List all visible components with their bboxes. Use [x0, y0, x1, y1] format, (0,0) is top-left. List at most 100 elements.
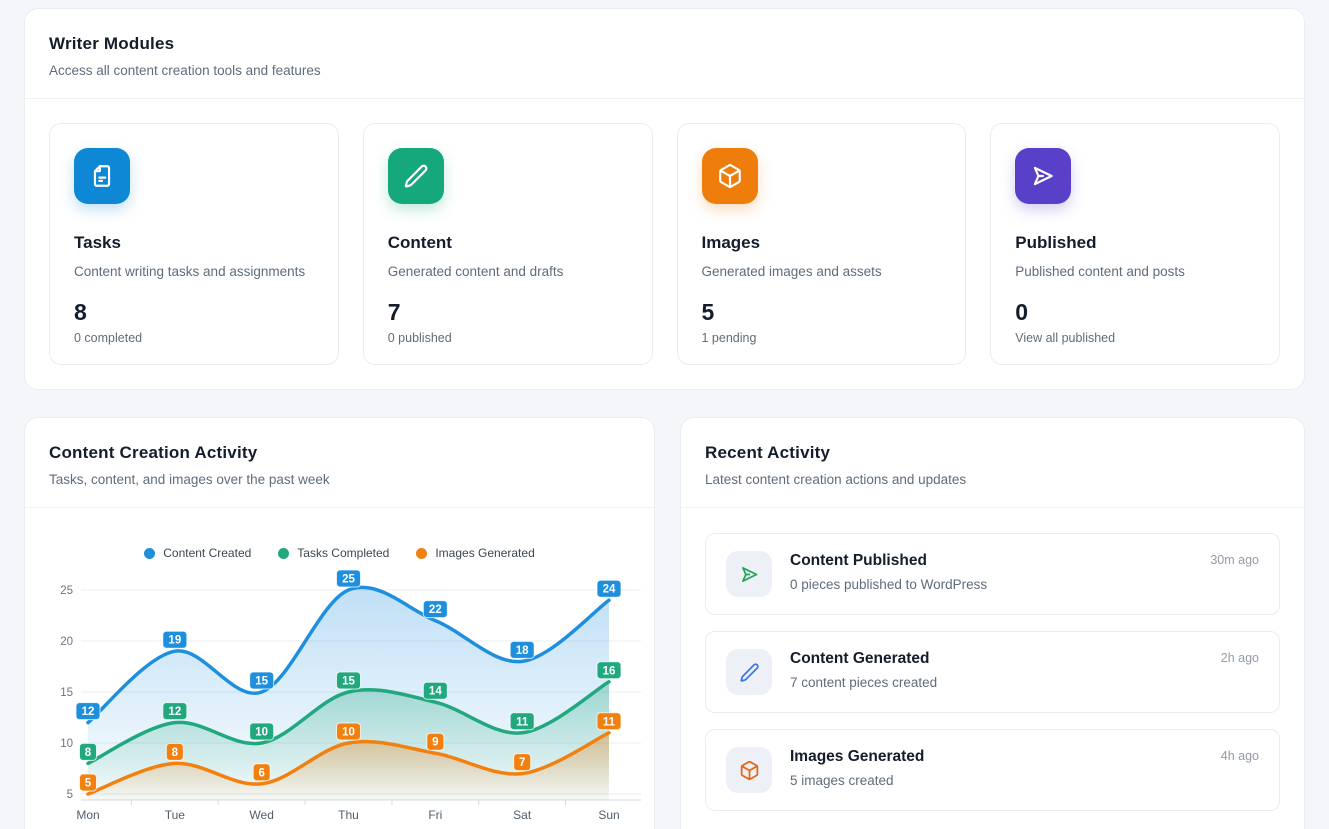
activity-title: Images Generated: [790, 748, 1203, 766]
svg-text:Wed: Wed: [249, 808, 273, 822]
svg-text:24: 24: [603, 584, 616, 596]
module-card-tasks[interactable]: Tasks Content writing tasks and assignme…: [49, 123, 339, 365]
svg-text:Sat: Sat: [513, 808, 532, 822]
modules-grid: Tasks Content writing tasks and assignme…: [25, 99, 1304, 389]
svg-text:12: 12: [82, 706, 95, 718]
svg-text:Sun: Sun: [598, 808, 619, 822]
recent-activity-card: Recent Activity Latest content creation …: [680, 417, 1305, 829]
activity-title: Content Published: [790, 552, 1192, 570]
module-title: Published: [1015, 233, 1255, 253]
module-description: Published content and posts: [1015, 264, 1255, 279]
line-chart-plot[interactable]: 5 10 15 20 25 Mon Tue Wed Thu Fri Sat Sun 12 19 15 25 22…: [25, 567, 654, 829]
svg-text:Thu: Thu: [338, 808, 359, 822]
svg-text:15: 15: [255, 676, 268, 688]
svg-text:19: 19: [168, 635, 181, 647]
svg-text:12: 12: [168, 706, 181, 718]
module-count: 8: [74, 299, 314, 326]
chart-body: Content Created Tasks Completed Images G…: [25, 508, 654, 829]
svg-text:14: 14: [429, 686, 442, 698]
svg-text:20: 20: [60, 636, 73, 648]
send-icon: [1015, 148, 1071, 204]
svg-text:Mon: Mon: [76, 808, 99, 822]
svg-text:8: 8: [172, 747, 179, 759]
chart-legend: Content Created Tasks Completed Images G…: [25, 545, 654, 561]
activity-timestamp: 2h ago: [1221, 649, 1259, 665]
svg-text:18: 18: [516, 645, 529, 657]
module-title: Tasks: [74, 233, 314, 253]
legend-label: Tasks Completed: [297, 546, 389, 560]
recent-activity-header: Recent Activity Latest content creation …: [681, 418, 1304, 508]
chart-card-title: Content Creation Activity: [49, 443, 630, 463]
writer-modules-card: Writer Modules Access all content creati…: [24, 8, 1305, 390]
svg-text:11: 11: [516, 716, 529, 728]
bottom-row: Content Creation Activity Tasks, content…: [24, 417, 1305, 829]
legend-item-images-generated[interactable]: Images Generated: [416, 545, 534, 561]
module-count: 0: [1015, 299, 1255, 326]
module-sublabel: 0 completed: [74, 331, 314, 345]
activity-item-content-published[interactable]: Content Published 0 pieces published to …: [705, 533, 1280, 615]
legend-item-content-created[interactable]: Content Created: [144, 545, 251, 561]
legend-dot-icon: [278, 548, 289, 559]
legend-label: Content Created: [163, 546, 251, 560]
activity-description: 7 content pieces created: [790, 675, 1203, 690]
svg-text:5: 5: [85, 778, 92, 790]
activity-title: Content Generated: [790, 650, 1203, 668]
legend-item-tasks-completed[interactable]: Tasks Completed: [278, 545, 389, 561]
svg-text:10: 10: [255, 727, 268, 739]
module-title: Content: [388, 233, 628, 253]
svg-text:10: 10: [60, 738, 73, 750]
module-sublabel: 1 pending: [702, 331, 942, 345]
activity-list: Content Published 0 pieces published to …: [681, 508, 1304, 829]
legend-dot-icon: [144, 548, 155, 559]
svg-text:15: 15: [342, 676, 355, 688]
svg-text:Fri: Fri: [428, 808, 442, 822]
chart-card-header: Content Creation Activity Tasks, content…: [25, 418, 654, 508]
send-icon: [726, 551, 772, 597]
activity-line-chart: 5 10 15 20 25 Mon Tue Wed Thu Fri Sat Sun 12 19 15 25 22…: [25, 567, 656, 829]
svg-text:10: 10: [342, 727, 355, 739]
svg-text:7: 7: [519, 757, 525, 769]
activity-timestamp: 30m ago: [1210, 551, 1259, 567]
file-icon: [74, 148, 130, 204]
recent-activity-subtitle: Latest content creation actions and upda…: [705, 472, 1280, 487]
svg-text:25: 25: [60, 585, 73, 597]
activity-timestamp: 4h ago: [1221, 747, 1259, 763]
module-card-content[interactable]: Content Generated content and drafts 7 0…: [363, 123, 653, 365]
svg-text:Tue: Tue: [165, 808, 186, 822]
svg-text:16: 16: [603, 665, 616, 677]
chart-card-subtitle: Tasks, content, and images over the past…: [49, 472, 630, 487]
module-description: Content writing tasks and assignments: [74, 264, 314, 279]
cube-icon: [702, 148, 758, 204]
module-count: 5: [702, 299, 942, 326]
module-sublabel: 0 published: [388, 331, 628, 345]
svg-text:9: 9: [432, 737, 438, 749]
svg-text:11: 11: [603, 716, 616, 728]
activity-description: 5 images created: [790, 773, 1203, 788]
svg-text:8: 8: [85, 747, 92, 759]
writer-modules-header: Writer Modules Access all content creati…: [25, 9, 1304, 99]
svg-text:6: 6: [258, 767, 264, 779]
svg-text:25: 25: [342, 574, 355, 586]
legend-dot-icon: [416, 548, 427, 559]
module-count: 7: [388, 299, 628, 326]
activity-item-content-generated[interactable]: Content Generated 7 content pieces creat…: [705, 631, 1280, 713]
svg-text:5: 5: [67, 789, 73, 801]
writer-modules-subtitle: Access all content creation tools and fe…: [49, 63, 1280, 78]
module-description: Generated images and assets: [702, 264, 942, 279]
content-creation-activity-card: Content Creation Activity Tasks, content…: [24, 417, 655, 829]
module-sublabel: View all published: [1015, 331, 1255, 345]
module-card-images[interactable]: Images Generated images and assets 5 1 p…: [677, 123, 967, 365]
legend-label: Images Generated: [435, 546, 534, 560]
activity-description: 0 pieces published to WordPress: [790, 577, 1192, 592]
pencil-icon: [726, 649, 772, 695]
module-description: Generated content and drafts: [388, 264, 628, 279]
module-title: Images: [702, 233, 942, 253]
recent-activity-title: Recent Activity: [705, 443, 1280, 463]
cube-icon: [726, 747, 772, 793]
svg-text:15: 15: [60, 687, 73, 699]
writer-modules-title: Writer Modules: [49, 34, 1280, 54]
svg-text:22: 22: [429, 604, 442, 616]
activity-item-images-generated[interactable]: Images Generated 5 images created 4h ago: [705, 729, 1280, 811]
pencil-icon: [388, 148, 444, 204]
module-card-published[interactable]: Published Published content and posts 0 …: [990, 123, 1280, 365]
